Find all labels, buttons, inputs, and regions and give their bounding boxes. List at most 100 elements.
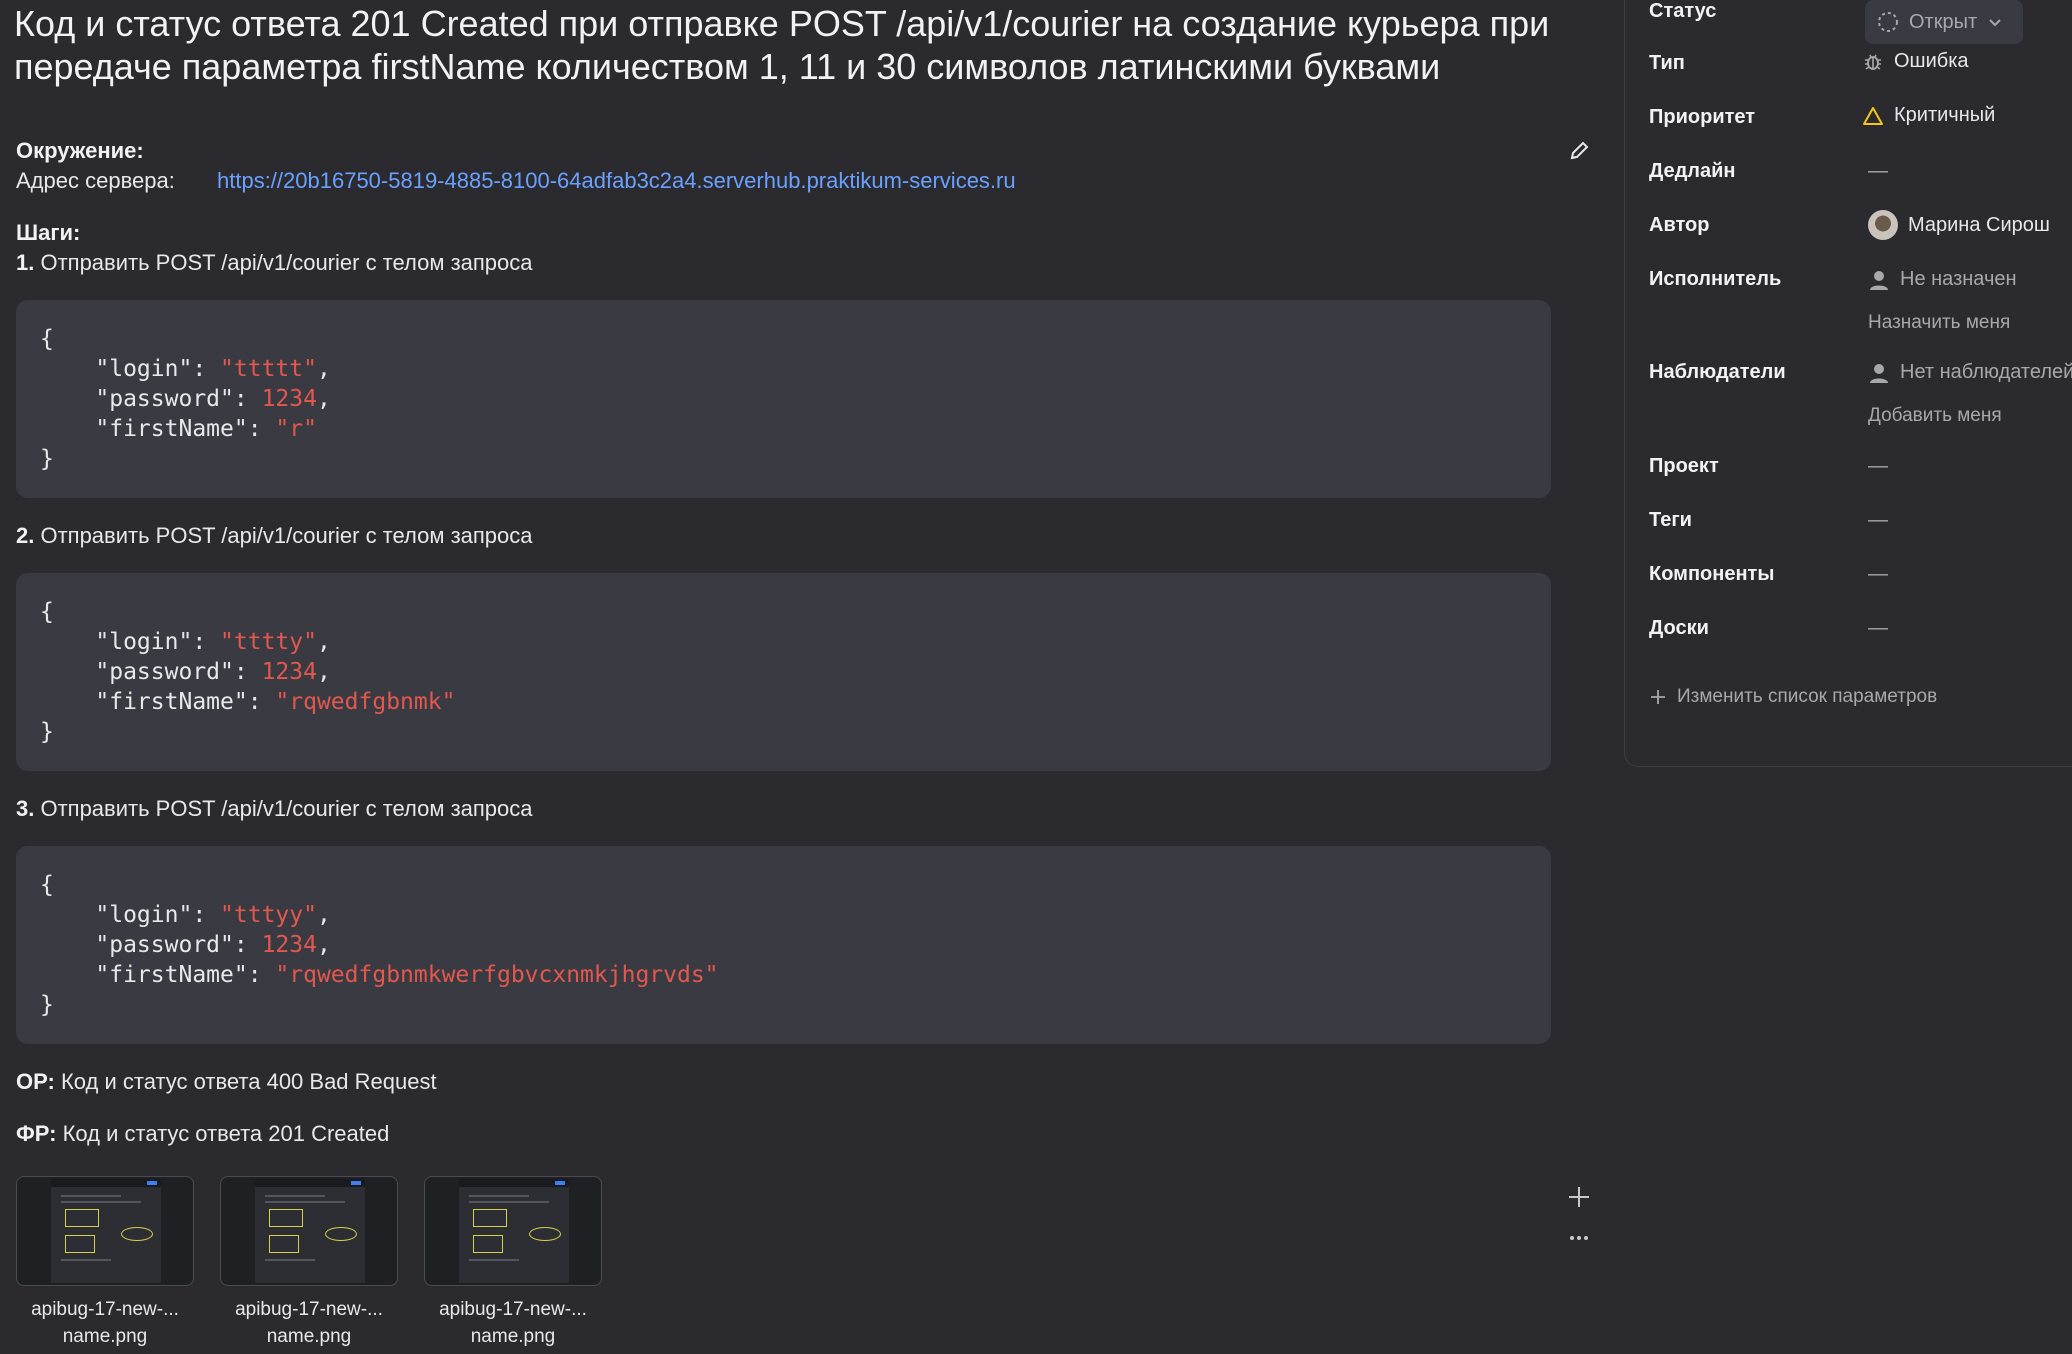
attachment-ext: name.png (266, 1326, 352, 1347)
json-key: "firstName" (95, 962, 248, 988)
add-attachment-button[interactable] (1566, 1184, 1592, 1210)
expected-text: Код и статус ответа 400 Bad Request (54, 1069, 437, 1094)
expected-label: ОР: (16, 1069, 55, 1094)
assignee-value-field[interactable]: Не назначен (1868, 268, 2017, 291)
author-label: Автор (1649, 214, 1710, 236)
json-value: "rqwedfgbnmk" (275, 689, 456, 715)
attachment-thumbnail[interactable] (16, 1176, 194, 1286)
priority-value: Критичный (1894, 104, 1996, 126)
user-icon (1870, 363, 1888, 383)
json-key: "password" (95, 932, 234, 958)
step-text: Отправить POST /api/v1/courier с телом з… (34, 250, 533, 275)
deadline-label: Дедлайн (1649, 160, 1736, 182)
components-value[interactable]: — (1868, 563, 1888, 586)
open-status-icon (1878, 12, 1898, 32)
priority-value-field[interactable]: Критичный (1862, 104, 1995, 127)
bug-icon (1865, 54, 1881, 70)
issue-title: Код и статус ответа 201 Created при отпр… (14, 3, 1550, 87)
tags-value[interactable]: — (1868, 509, 1888, 532)
json-key: "password" (95, 659, 234, 685)
step-2: 2. Отправить POST /api/v1/courier с тело… (16, 521, 533, 551)
attachment-caption[interactable]: apibug-17-new-... name.png (209, 1296, 409, 1350)
plus-icon (1651, 690, 1665, 704)
actual-result: ФР: Код и статус ответа 201 Created (16, 1119, 389, 1149)
expected-result: ОР: Код и статус ответа 400 Bad Request (16, 1067, 437, 1097)
json-key: "firstName" (95, 689, 248, 715)
project-value[interactable]: — (1868, 455, 1888, 478)
watchers-label: Наблюдатели (1649, 361, 1786, 383)
attachment-caption[interactable]: apibug-17-new-... name.png (413, 1296, 613, 1350)
steps-heading: Шаги: (16, 220, 81, 245)
json-value: "rqwedfgbnmkwerfgbvcxnmkjhgrvds" (275, 962, 719, 988)
author-value-field[interactable]: Марина Сирош (1868, 210, 2050, 240)
attachment-name: apibug-17-new-... (439, 1299, 587, 1320)
actual-text: Код и статус ответа 201 Created (56, 1121, 390, 1146)
author-avatar (1868, 210, 1898, 240)
json-value: 1234 (261, 932, 317, 958)
step-number: 1. (16, 250, 35, 275)
environment-section: Окружение: Адрес сервера: https://20b167… (16, 136, 1016, 196)
attachment-ext: name.png (470, 1326, 556, 1347)
step-3: 3. Отправить POST /api/v1/courier с тело… (16, 794, 533, 824)
edit-description-button[interactable] (1564, 136, 1594, 166)
warning-triangle-icon (1863, 106, 1883, 125)
step-number: 2. (16, 523, 35, 548)
edit-params-button[interactable]: Изменить список параметров (1649, 686, 1937, 708)
type-value: Ошибка (1894, 50, 1969, 72)
attachment-name: apibug-17-new-... (235, 1299, 383, 1320)
deadline-value[interactable]: — (1868, 160, 1888, 183)
type-value-field[interactable]: Ошибка (1862, 50, 1969, 73)
attachment-thumbnail[interactable] (220, 1176, 398, 1286)
status-value: Открыт (1909, 10, 1978, 33)
attachment-caption[interactable]: apibug-17-new-... name.png (5, 1296, 205, 1350)
json-key: "login" (95, 902, 193, 928)
server-address-label: Адрес сервера: (16, 168, 175, 193)
components-label: Компоненты (1649, 563, 1775, 585)
server-url-link[interactable]: https://20b16750-5819-4885-8100-64adfab3… (217, 166, 1016, 196)
boards-label: Доски (1649, 617, 1709, 639)
add-me-watcher-link[interactable]: Добавить меня (1868, 405, 2002, 427)
assignee-value: Не назначен (1900, 268, 2017, 290)
attachment-thumbnail[interactable] (424, 1176, 602, 1286)
json-key: "login" (95, 629, 193, 655)
json-value: 1234 (261, 659, 317, 685)
step-text: Отправить POST /api/v1/courier с телом з… (34, 796, 533, 821)
plus-icon (1569, 1187, 1589, 1207)
author-name: Марина Сирош (1908, 213, 2050, 236)
watchers-value: Нет наблюдателей (1900, 361, 2072, 383)
actual-label: ФР: (16, 1121, 57, 1146)
json-value: "r" (275, 416, 317, 442)
json-value: "tttty" (220, 629, 317, 655)
environment-heading: Окружение: (16, 138, 144, 163)
code-block-1: { "login": "ttttt", "password": 1234, "f… (16, 300, 1551, 498)
attachment-name: apibug-17-new-... (31, 1299, 179, 1320)
json-key: "firstName" (95, 416, 248, 442)
json-key: "password" (95, 386, 234, 412)
json-value: 1234 (261, 386, 317, 412)
chevron-down-icon (1989, 19, 2001, 27)
user-icon (1870, 270, 1888, 290)
step-number: 3. (16, 796, 35, 821)
boards-value[interactable]: — (1868, 617, 1888, 640)
json-value: "ttttt" (220, 356, 317, 382)
edit-params-label: Изменить список параметров (1677, 686, 1938, 707)
project-label: Проект (1649, 455, 1719, 477)
status-dropdown[interactable]: Открыт (1865, 0, 2023, 44)
type-label: Тип (1649, 52, 1685, 74)
issue-main: Код и статус ответа 201 Created при отпр… (0, 0, 1620, 1354)
code-block-2: { "login": "tttty", "password": 1234, "f… (16, 573, 1551, 771)
assign-me-link[interactable]: Назначить меня (1868, 312, 2010, 334)
assignee-label: Исполнитель (1649, 268, 1782, 290)
priority-label: Приоритет (1649, 106, 1756, 128)
pencil-icon (1570, 141, 1589, 160)
code-block-3: { "login": "tttyy", "password": 1234, "f… (16, 846, 1551, 1044)
status-label: Статус (1649, 0, 1717, 22)
json-value: "tttyy" (220, 902, 317, 928)
attachment-ext: name.png (62, 1326, 148, 1347)
watchers-value-field[interactable]: Нет наблюдателей (1868, 361, 2072, 384)
issue-properties-sidebar: Статус Открыт Тип Ошибка Приоритет Крити… (1624, 0, 2072, 767)
more-actions-button[interactable] (1566, 1228, 1592, 1248)
tags-label: Теги (1649, 509, 1692, 531)
step-text: Отправить POST /api/v1/courier с телом з… (34, 523, 533, 548)
ellipsis-icon (1570, 1236, 1588, 1240)
